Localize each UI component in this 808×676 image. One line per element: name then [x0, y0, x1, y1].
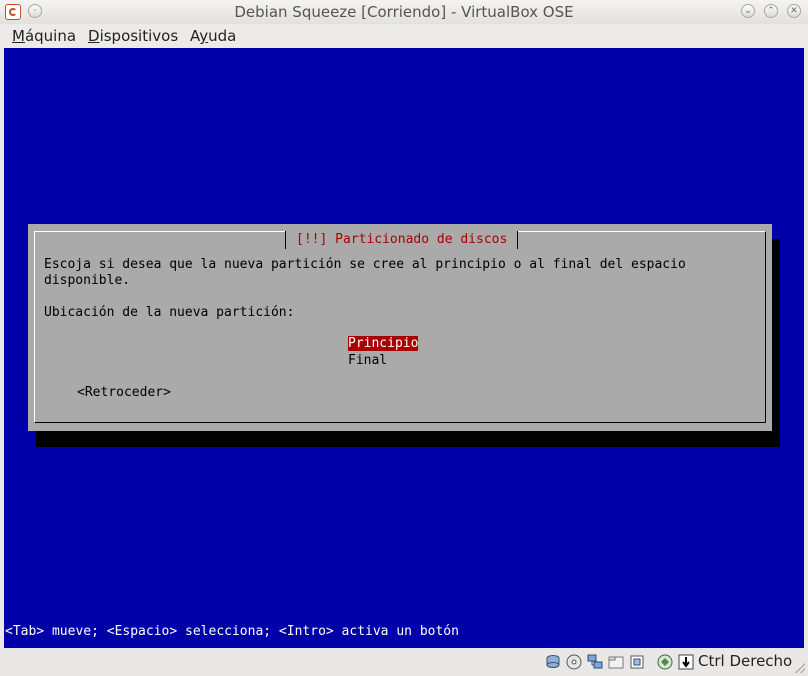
dialog-description-line1: Escoja si desea que la nueva partición s…	[44, 257, 686, 272]
menu-bar: Máquina Dispositivos Ayuda	[0, 24, 808, 48]
dialog-description-line2: disponible.	[44, 273, 131, 288]
restore-icon[interactable]: ⌃	[764, 4, 778, 18]
menu-ayuda-accel: y	[199, 27, 209, 45]
back-button[interactable]: <Retroceder>	[77, 385, 171, 400]
window-titlebar[interactable]: · Debian Squeeze [Corriendo] - VirtualBo…	[0, 0, 808, 25]
shared-folders-icon[interactable]	[608, 654, 624, 670]
cd-dvd-icon[interactable]	[566, 654, 582, 670]
menu-ayuda[interactable]: Ayuda	[190, 27, 236, 45]
window-title: Debian Squeeze [Corriendo] - VirtualBox …	[234, 3, 574, 21]
hard-disk-icon[interactable]	[545, 654, 561, 670]
keyboard-hint: <Tab> mueve; <Espacio> selecciona; <Intr…	[5, 624, 459, 639]
option-principio[interactable]: Principio	[348, 336, 419, 351]
menu-dispositivos[interactable]: Dispositivos	[88, 27, 178, 45]
display-icon[interactable]	[657, 654, 673, 670]
usb-icon[interactable]	[629, 654, 645, 670]
menu-ayuda-pre: A	[190, 27, 200, 45]
close-icon[interactable]: ✕	[787, 4, 801, 18]
status-bar: Ctrl Derecho	[0, 648, 808, 676]
dialog-prompt: Ubicación de la nueva partición:	[44, 305, 295, 320]
partition-dialog: [!!] Particionado de discos Escoja si de…	[28, 224, 772, 431]
resize-grip[interactable]	[795, 663, 805, 673]
menu-ayuda-label: uda	[208, 27, 237, 45]
menu-maquina-accel: M	[12, 27, 25, 45]
dialog-title: [!!] Particionado de discos	[285, 231, 519, 249]
host-key-label: Ctrl Derecho	[698, 652, 793, 670]
menu-dispositivos-label: ispositivos	[99, 27, 179, 45]
network-icon[interactable]	[587, 654, 603, 670]
vm-screen[interactable]: [!!] Particionado de discos Escoja si de…	[4, 48, 804, 648]
mouse-integration-icon[interactable]	[678, 654, 694, 670]
menu-dispositivos-accel: D	[88, 27, 100, 45]
menu-maquina-label: áquina	[24, 27, 77, 45]
menu-maquina[interactable]: Máquina	[12, 27, 76, 45]
minimize-icon[interactable]: ⌄	[741, 4, 755, 18]
option-final[interactable]: Final	[348, 353, 387, 368]
